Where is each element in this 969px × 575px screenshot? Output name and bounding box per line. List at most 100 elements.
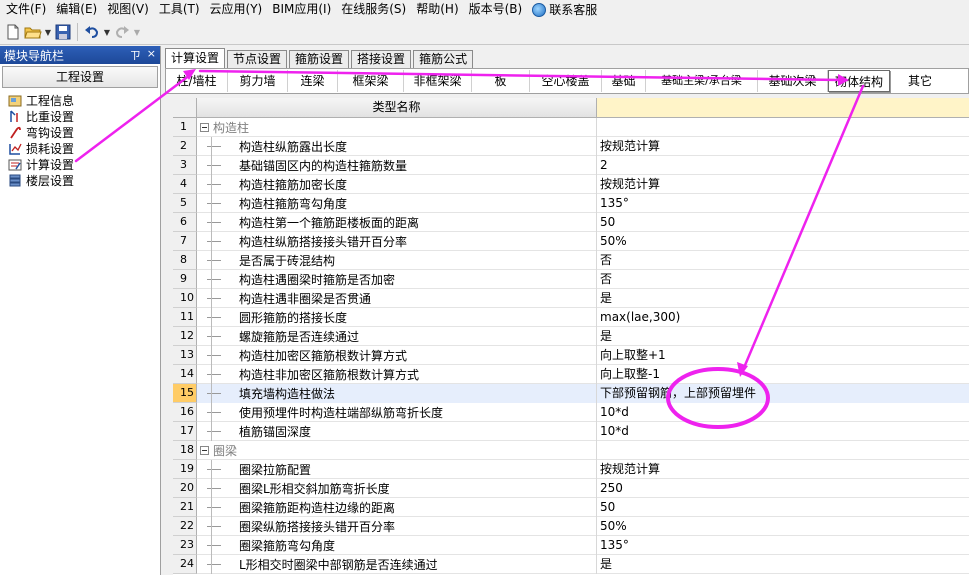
type-name-cell[interactable]: 是否属于砖混结构 [197,251,597,270]
table-row[interactable]: 14 构造柱非加密区箍筋根数计算方式 向上取整-1 [173,365,969,384]
table-row[interactable]: 2 构造柱纵筋露出长度 按规范计算 [173,137,969,156]
type-name-cell[interactable]: 构造柱第一个箍筋距楼板面的距离 [197,213,597,232]
value-cell[interactable]: 135° [597,536,969,555]
save-button[interactable] [54,23,72,41]
tab-lap-settings[interactable]: 搭接设置 [351,50,412,68]
project-settings-header[interactable]: 工程设置 [2,66,158,88]
menu-view[interactable]: 视图(V) [101,0,153,20]
value-cell[interactable]: 50 [597,498,969,517]
table-row[interactable]: 9 构造柱遇圈梁时箍筋是否加密 否 [173,270,969,289]
nav-item-calc-settings[interactable]: 计算设置 [0,156,160,172]
type-name-cell[interactable]: 圈梁L形相交斜加筋弯折长度 [197,479,597,498]
row-number[interactable]: 13 [173,346,197,365]
row-number[interactable]: 19 [173,460,197,479]
table-row[interactable]: 21 圈梁箍筋距构造柱边缘的距离 50 [173,498,969,517]
type-name-cell[interactable]: L形相交时圈梁中部钢筋是否连续通过 [197,555,597,574]
redo-button[interactable] [113,23,131,41]
tab-stirrup-settings[interactable]: 箍筋设置 [289,50,350,68]
subtab-shear-wall[interactable]: 剪力墙 [228,70,288,92]
close-icon[interactable]: × [147,47,156,63]
row-number[interactable]: 6 [173,213,197,232]
contact-service-button[interactable]: 联系客服 [526,0,601,20]
subtab-non-frame-beam[interactable]: 非框架梁 [404,70,472,92]
menu-edit[interactable]: 编辑(E) [50,0,101,20]
type-name-cell[interactable]: 构造柱遇圈梁时箍筋是否加密 [197,270,597,289]
subtab-foundation-main-beam[interactable]: 基础主梁/承台梁 [646,70,758,92]
table-row[interactable]: 24 L形相交时圈梁中部钢筋是否连续通过 是 [173,555,969,574]
row-number[interactable]: 2 [173,137,197,156]
table-row[interactable]: 17 植筋锚固深度 10*d [173,422,969,441]
value-cell[interactable]: 否 [597,270,969,289]
value-cell[interactable]: 按规范计算 [597,460,969,479]
value-cell[interactable]: 向上取整-1 [597,365,969,384]
subtab-column-wall-column[interactable]: 柱/墙柱 [166,70,228,92]
table-row[interactable]: 15 填充墙构造柱做法 下部预留钢筋，上部预留埋件 [173,384,969,403]
value-cell[interactable]: 2 [597,156,969,175]
value-cell[interactable] [597,118,969,137]
table-row[interactable]: 23 圈梁箍筋弯勾角度 135° [173,536,969,555]
subtab-link-beam[interactable]: 连梁 [288,70,338,92]
new-file-button[interactable] [4,23,22,41]
type-name-cell[interactable]: 构造柱加密区箍筋根数计算方式 [197,346,597,365]
type-name-cell[interactable]: 基础锚固区内的构造柱箍筋数量 [197,156,597,175]
table-row[interactable]: 13 构造柱加密区箍筋根数计算方式 向上取整+1 [173,346,969,365]
value-cell[interactable]: 10*d [597,422,969,441]
table-row[interactable]: 5 构造柱箍筋弯勾角度 135° [173,194,969,213]
pin-icon[interactable]: ㄗ [130,47,141,63]
type-name-cell[interactable]: 螺旋箍筋是否连续通过 [197,327,597,346]
row-number[interactable]: 16 [173,403,197,422]
collapse-icon[interactable] [200,123,209,132]
subtab-hollow-floor[interactable]: 空心楼盖 [530,70,602,92]
value-cell[interactable]: 50 [597,213,969,232]
type-name-cell[interactable]: 构造柱箍筋弯勾角度 [197,194,597,213]
value-cell[interactable] [597,441,969,460]
table-row[interactable]: 8 是否属于砖混结构 否 [173,251,969,270]
row-number[interactable]: 3 [173,156,197,175]
collapse-icon[interactable] [200,446,209,455]
tab-node-settings[interactable]: 节点设置 [227,50,288,68]
row-number[interactable]: 24 [173,555,197,574]
nav-item-hook-settings[interactable]: 弯钩设置 [0,124,160,140]
menu-tools[interactable]: 工具(T) [153,0,204,20]
table-row[interactable]: 7 构造柱纵筋搭接接头错开百分率 50% [173,232,969,251]
table-row[interactable]: 16 使用预埋件时构造柱端部纵筋弯折长度 10*d [173,403,969,422]
value-cell[interactable]: 按规范计算 [597,137,969,156]
nav-item-weight-settings[interactable]: 比重设置 [0,108,160,124]
menu-help[interactable]: 帮助(H) [410,0,462,20]
table-row[interactable]: 3 基础锚固区内的构造柱箍筋数量 2 [173,156,969,175]
row-number[interactable]: 5 [173,194,197,213]
row-number[interactable]: 22 [173,517,197,536]
subtab-other[interactable]: 其它 [890,70,950,92]
table-row[interactable]: 10 构造柱遇非圈梁是否贯通 是 [173,289,969,308]
table-row[interactable]: 20 圈梁L形相交斜加筋弯折长度 250 [173,479,969,498]
subtab-frame-beam[interactable]: 框架梁 [338,70,404,92]
value-cell[interactable]: 下部预留钢筋，上部预留埋件 [597,384,969,403]
type-name-cell[interactable]: 圈梁纵筋搭接接头错开百分率 [197,517,597,536]
table-row[interactable]: 4 构造柱箍筋加密长度 按规范计算 [173,175,969,194]
row-number[interactable]: 7 [173,232,197,251]
type-name-cell[interactable]: 植筋锚固深度 [197,422,597,441]
row-number[interactable]: 15 [173,384,197,403]
value-cell[interactable]: 向上取整+1 [597,346,969,365]
type-name-cell[interactable]: 构造柱纵筋露出长度 [197,137,597,156]
row-number[interactable]: 14 [173,365,197,384]
row-number[interactable]: 17 [173,422,197,441]
type-name-cell[interactable]: 使用预埋件时构造柱端部纵筋弯折长度 [197,403,597,422]
open-file-button[interactable] [24,23,42,41]
menu-cloud[interactable]: 云应用(Y) [204,0,267,20]
type-name-cell[interactable]: 填充墙构造柱做法 [197,384,597,403]
row-number[interactable]: 12 [173,327,197,346]
value-cell[interactable]: 135° [597,194,969,213]
value-cell[interactable]: 是 [597,555,969,574]
table-row[interactable]: 11 圆形箍筋的搭接长度 max(lae,300) [173,308,969,327]
row-number[interactable]: 8 [173,251,197,270]
subtab-foundation[interactable]: 基础 [602,70,646,92]
value-cell[interactable]: 是 [597,289,969,308]
menu-version[interactable]: 版本号(B) [463,0,527,20]
table-row[interactable]: 6 构造柱第一个箍筋距楼板面的距离 50 [173,213,969,232]
type-name-cell[interactable]: 圈梁拉筋配置 [197,460,597,479]
type-name-cell[interactable]: 构造柱箍筋加密长度 [197,175,597,194]
row-number[interactable]: 4 [173,175,197,194]
nav-item-project-info[interactable]: 工程信息 [0,92,160,108]
row-number[interactable]: 9 [173,270,197,289]
